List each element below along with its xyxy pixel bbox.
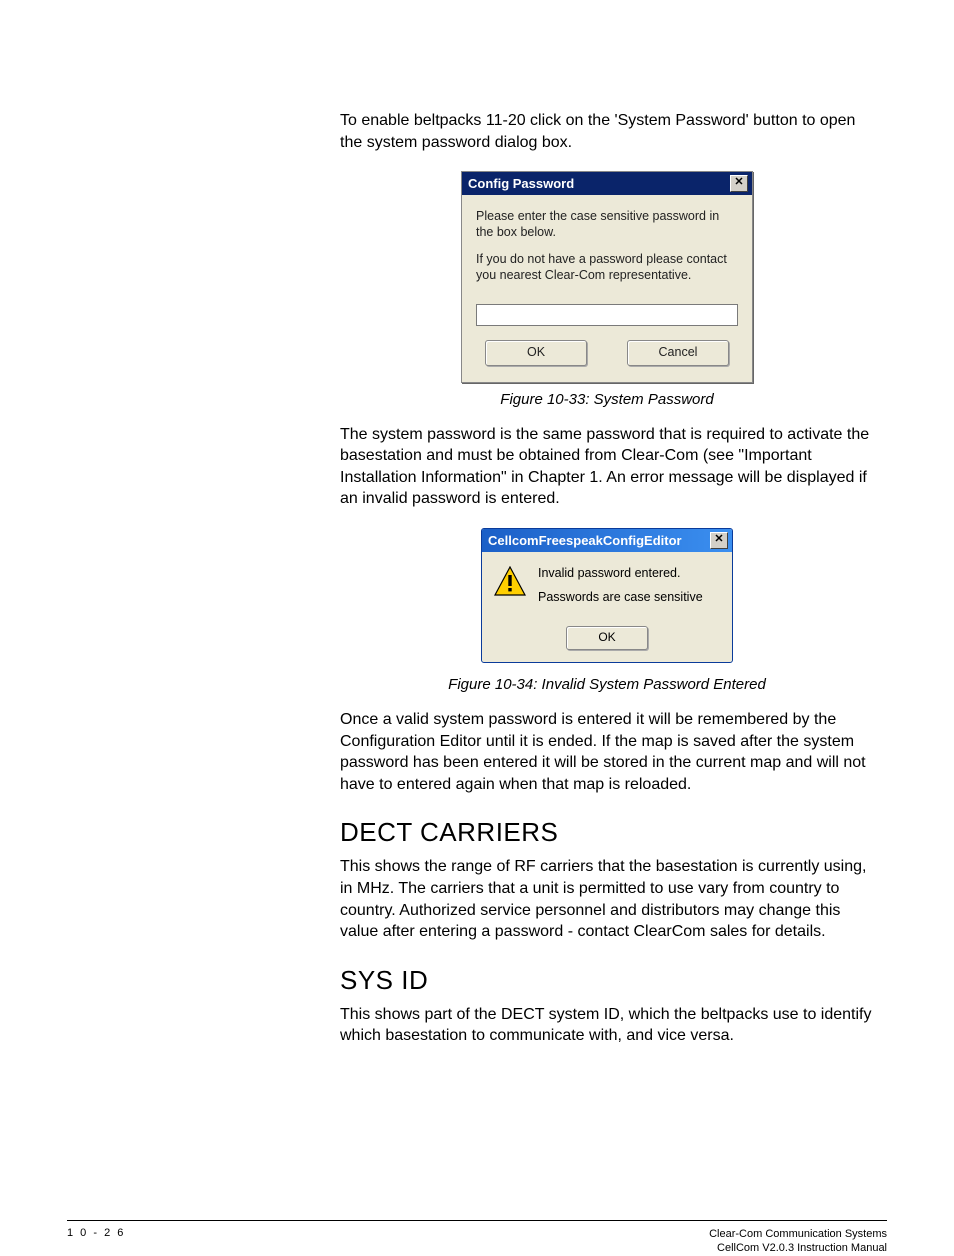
paragraph-dect: This shows the range of RF carriers that… (340, 856, 874, 942)
ok-button[interactable]: OK (566, 626, 648, 650)
warning-icon (494, 566, 526, 596)
page-footer: 1 0 - 2 6 Clear-Com Communication System… (67, 1220, 887, 1256)
ok-button[interactable]: OK (485, 340, 587, 366)
error-dialog: CellcomFreespeakConfigEditor ✕ Invalid p… (481, 528, 733, 663)
paragraph-sys: This shows part of the DECT system ID, w… (340, 1004, 874, 1047)
intro-paragraph: To enable beltpacks 11-20 click on the '… (340, 110, 874, 153)
figure-caption-1: Figure 10-33: System Password (340, 391, 874, 408)
error-line-1: Invalid password entered. (538, 566, 703, 580)
paragraph-3: Once a valid system password is entered … (340, 709, 874, 795)
dialog-message-1: Please enter the case sensitive password… (476, 209, 738, 240)
page-number: 1 0 - 2 6 (67, 1227, 125, 1256)
heading-dect-carriers: DECT CARRIERS (340, 817, 874, 848)
paragraph-2: The system password is the same password… (340, 424, 874, 510)
error-dialog-title: CellcomFreespeakConfigEditor (488, 533, 682, 548)
password-input[interactable] (476, 304, 738, 326)
figure-config-password: Config Password ✕ Please enter the case … (340, 171, 874, 383)
dialog-titlebar: Config Password ✕ (462, 172, 752, 195)
close-icon[interactable]: ✕ (710, 532, 728, 549)
error-dialog-titlebar: CellcomFreespeakConfigEditor ✕ (482, 529, 732, 552)
figure-error-dialog: CellcomFreespeakConfigEditor ✕ Invalid p… (340, 528, 874, 668)
error-line-2: Passwords are case sensitive (538, 590, 703, 604)
figure-caption-2: Figure 10-34: Invalid System Password En… (340, 676, 874, 693)
footer-line-1: Clear-Com Communication Systems (709, 1227, 887, 1241)
heading-sys-id: SYS ID (340, 965, 874, 996)
footer-line-2: CellCom V2.0.3 Instruction Manual (709, 1241, 887, 1255)
dialog-message-2: If you do not have a password please con… (476, 252, 738, 283)
config-password-dialog: Config Password ✕ Please enter the case … (461, 171, 753, 383)
cancel-button[interactable]: Cancel (627, 340, 729, 366)
close-icon[interactable]: ✕ (730, 175, 748, 192)
dialog-title: Config Password (468, 176, 574, 191)
